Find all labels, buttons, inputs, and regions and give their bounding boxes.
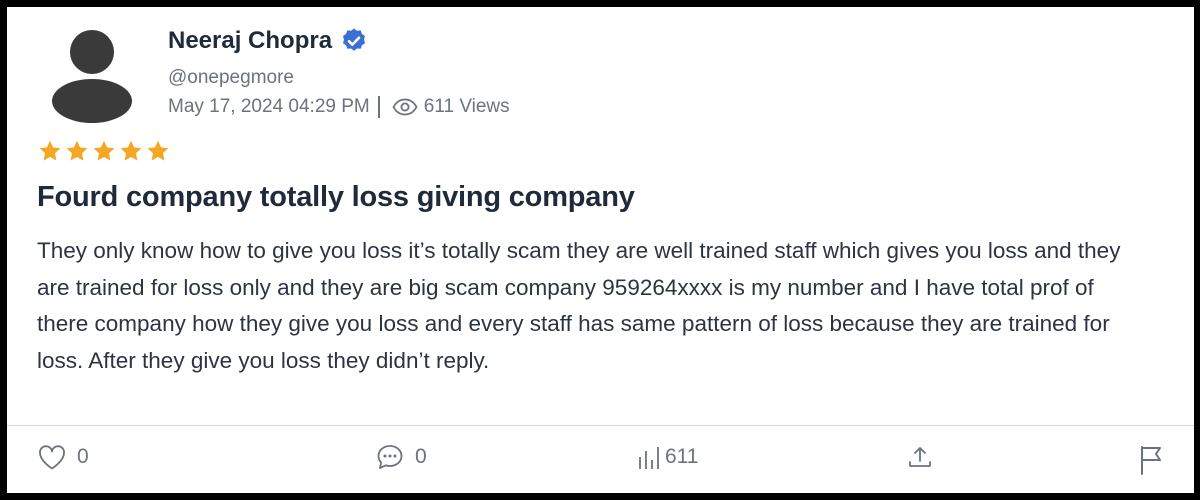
star-icon [93,140,115,161]
share-button[interactable] [907,443,933,471]
comment-icon[interactable] [375,443,405,471]
like-count: 0 [77,445,89,468]
post-date: May 17, 2024 04:29 PM [168,96,370,117]
flag-icon[interactable] [1137,443,1165,475]
like-button[interactable]: 0 [37,443,89,471]
author-name[interactable]: Neeraj Chopra [168,27,332,55]
heart-icon[interactable] [37,443,67,471]
author-row: Neeraj Chopra [168,27,368,55]
star-icon [147,140,169,161]
comment-count: 0 [415,445,427,468]
eye-icon [392,98,418,116]
avatar-icon[interactable] [45,27,139,123]
post-meta: May 17, 2024 04:29 PM 611 Views [168,96,510,118]
verified-badge-icon [343,28,366,51]
report-button[interactable] [1137,443,1165,475]
star-icon [66,140,88,161]
comment-button[interactable]: 0 [375,443,427,471]
divider [7,425,1194,426]
review-body: They only know how to give you loss it’s… [37,238,1121,373]
bar-chart-icon[interactable] [637,443,663,471]
views-stat[interactable]: 611 [637,443,698,471]
review-card: Neeraj Chopra @onepegmore May 17, 2024 0… [7,7,1194,493]
view-count: 611 Views [423,96,510,117]
views-count: 611 [665,445,699,468]
meta-divider [377,96,380,118]
star-icon [39,140,61,161]
author-handle: @onepegmore [168,67,294,88]
share-icon[interactable] [907,443,933,471]
review-title: Fourd company totally loss giving compan… [37,181,635,213]
star-icon [120,140,142,161]
star-rating [38,139,170,163]
